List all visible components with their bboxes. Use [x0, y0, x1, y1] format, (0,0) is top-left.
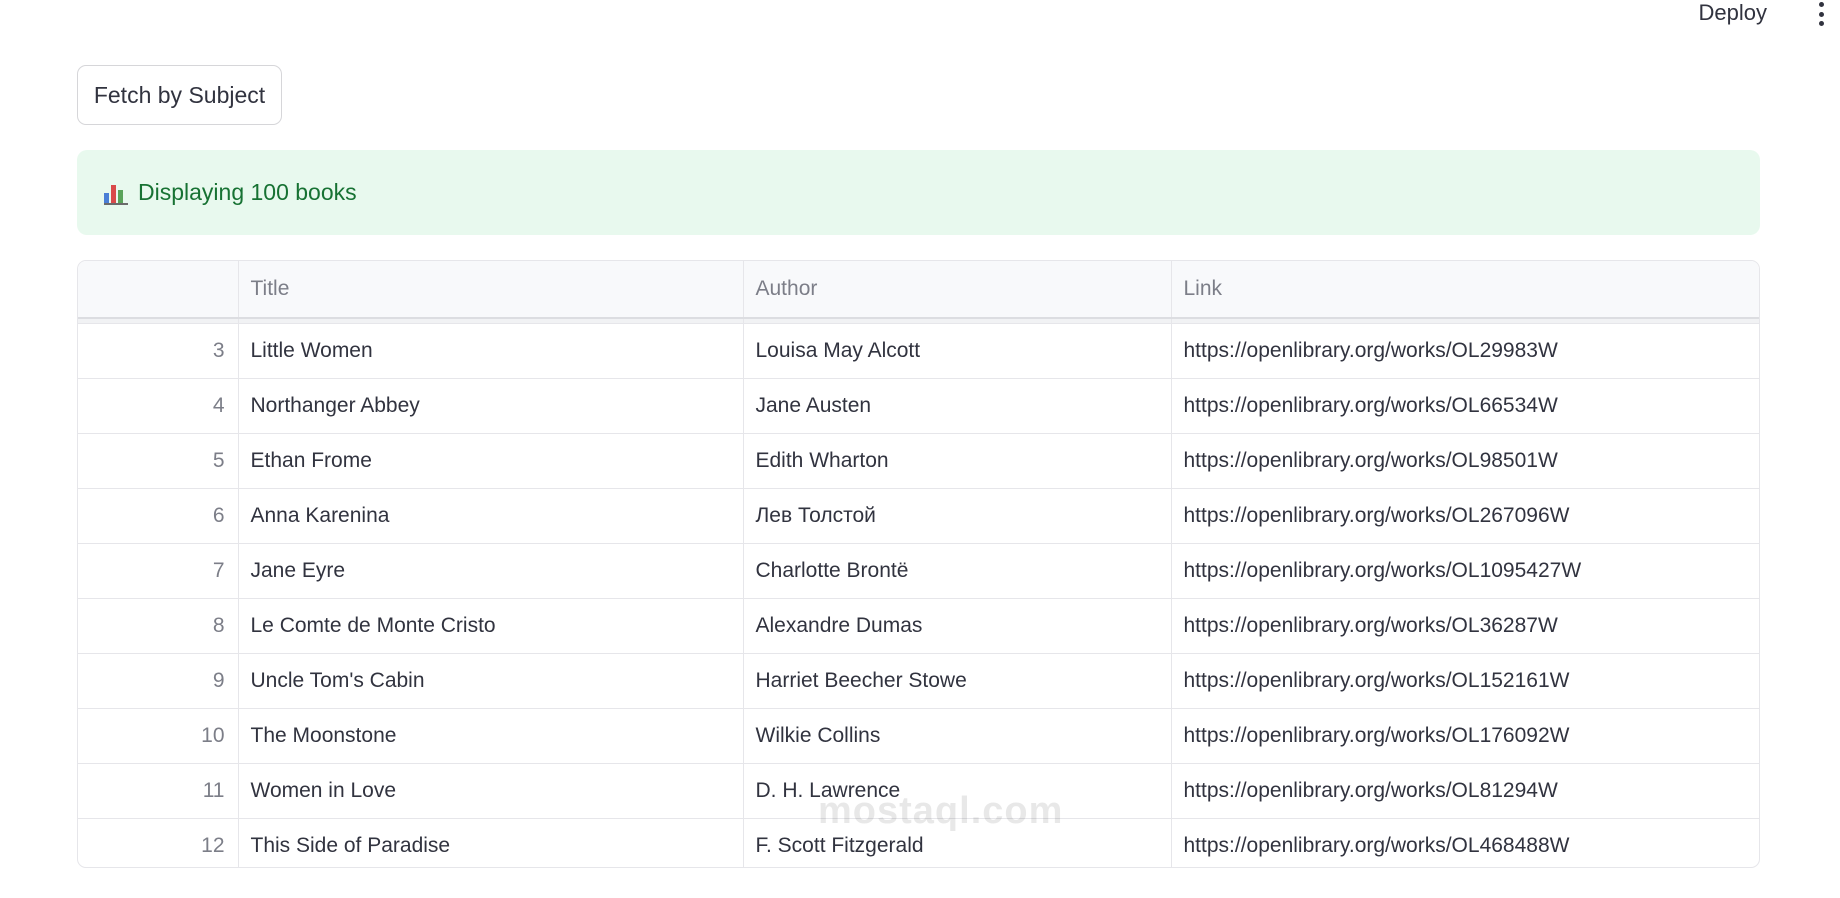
row-index-cell[interactable]: 12	[78, 818, 239, 867]
watermark-text: mostaql.com	[818, 790, 1064, 832]
author-cell[interactable]: Harriet Beecher Stowe	[743, 653, 1172, 709]
author-cell[interactable]: Wilkie Collins	[743, 708, 1172, 764]
title-cell[interactable]: Northanger Abbey	[238, 378, 744, 434]
title-cell[interactable]: Ethan Frome	[238, 433, 744, 489]
link-cell[interactable]: https://openlibrary.org/works/OL36287W	[1171, 598, 1759, 654]
books-dataframe[interactable]: Title Author Link 3 Little Women Louisa Ma…	[77, 260, 1760, 868]
row-index-cell[interactable]: 9	[78, 653, 239, 709]
row-index-cell[interactable]: 5	[78, 433, 239, 489]
table-row[interactable]: 9 Uncle Tom's Cabin Harriet Beecher Stowe h…	[78, 653, 1759, 709]
author-cell[interactable]: Louisa May Alcott	[743, 323, 1172, 379]
title-cell[interactable]: This Side of Paradise	[238, 818, 744, 867]
kebab-menu-icon[interactable]	[1816, 2, 1826, 26]
row-index-cell[interactable]: 10	[78, 708, 239, 764]
bar-chart-icon	[104, 181, 128, 205]
top-bar: Deploy	[0, 0, 1840, 50]
fetch-by-subject-button[interactable]: Fetch by Subject	[77, 65, 282, 125]
title-cell[interactable]: Women in Love	[238, 763, 744, 819]
deploy-button[interactable]: Deploy	[1699, 0, 1767, 26]
column-header-link[interactable]: Link	[1171, 261, 1759, 319]
row-index-cell[interactable]: 11	[78, 763, 239, 819]
title-cell[interactable]: Le Comte de Monte Cristo	[238, 598, 744, 654]
books-table: Title Author Link 3 Little Women Louisa Ma…	[78, 261, 1759, 867]
alert-text: Displaying 100 books	[138, 179, 357, 205]
success-alert: Displaying 100 books	[77, 150, 1760, 235]
table-row[interactable]: 3 Little Women Louisa May Alcott https://op…	[78, 323, 1759, 379]
link-cell[interactable]: https://openlibrary.org/works/OL468488W	[1171, 818, 1759, 867]
link-cell[interactable]: https://openlibrary.org/works/OL29983W	[1171, 323, 1759, 379]
link-cell[interactable]: https://openlibrary.org/works/OL1095427W	[1171, 543, 1759, 599]
link-cell[interactable]: https://openlibrary.org/works/OL176092W	[1171, 708, 1759, 764]
table-row[interactable]: 5 Ethan Frome Edith Wharton https://openlib…	[78, 433, 1759, 489]
column-header-author[interactable]: Author	[743, 261, 1172, 319]
row-index-cell[interactable]: 4	[78, 378, 239, 434]
link-cell[interactable]: https://openlibrary.org/works/OL267096W	[1171, 488, 1759, 544]
row-index-cell[interactable]: 3	[78, 323, 239, 379]
link-cell[interactable]: https://openlibrary.org/works/OL98501W	[1171, 433, 1759, 489]
author-cell[interactable]: Лев Толстой	[743, 488, 1172, 544]
title-cell[interactable]: Little Women	[238, 323, 744, 379]
author-cell[interactable]: Alexandre Dumas	[743, 598, 1172, 654]
row-index-cell[interactable]: 8	[78, 598, 239, 654]
table-row[interactable]: 4 Northanger Abbey Jane Austen https://open…	[78, 378, 1759, 434]
row-index-cell[interactable]: 7	[78, 543, 239, 599]
link-cell[interactable]: https://openlibrary.org/works/OL152161W	[1171, 653, 1759, 709]
link-cell[interactable]: https://openlibrary.org/works/OL66534W	[1171, 378, 1759, 434]
title-cell[interactable]: Anna Karenina	[238, 488, 744, 544]
column-header-index[interactable]	[78, 261, 239, 319]
table-row[interactable]: 8 Le Comte de Monte Cristo Alexandre Dumas…	[78, 598, 1759, 654]
column-header-title[interactable]: Title	[238, 261, 744, 319]
author-cell[interactable]: Edith Wharton	[743, 433, 1172, 489]
author-cell[interactable]: Charlotte Brontë	[743, 543, 1172, 599]
table-header-row: Title Author Link	[78, 261, 1759, 319]
title-cell[interactable]: The Moonstone	[238, 708, 744, 764]
title-cell[interactable]: Uncle Tom's Cabin	[238, 653, 744, 709]
link-cell[interactable]: https://openlibrary.org/works/OL81294W	[1171, 763, 1759, 819]
table-row[interactable]: 7 Jane Eyre Charlotte Brontë https://openli…	[78, 543, 1759, 599]
title-cell[interactable]: Jane Eyre	[238, 543, 744, 599]
row-index-cell[interactable]: 6	[78, 488, 239, 544]
author-cell[interactable]: Jane Austen	[743, 378, 1172, 434]
table-row[interactable]: 10 The Moonstone Wilkie Collins https://ope…	[78, 708, 1759, 764]
table-row[interactable]: 6 Anna Karenina Лев Толстой https://openlib…	[78, 488, 1759, 544]
